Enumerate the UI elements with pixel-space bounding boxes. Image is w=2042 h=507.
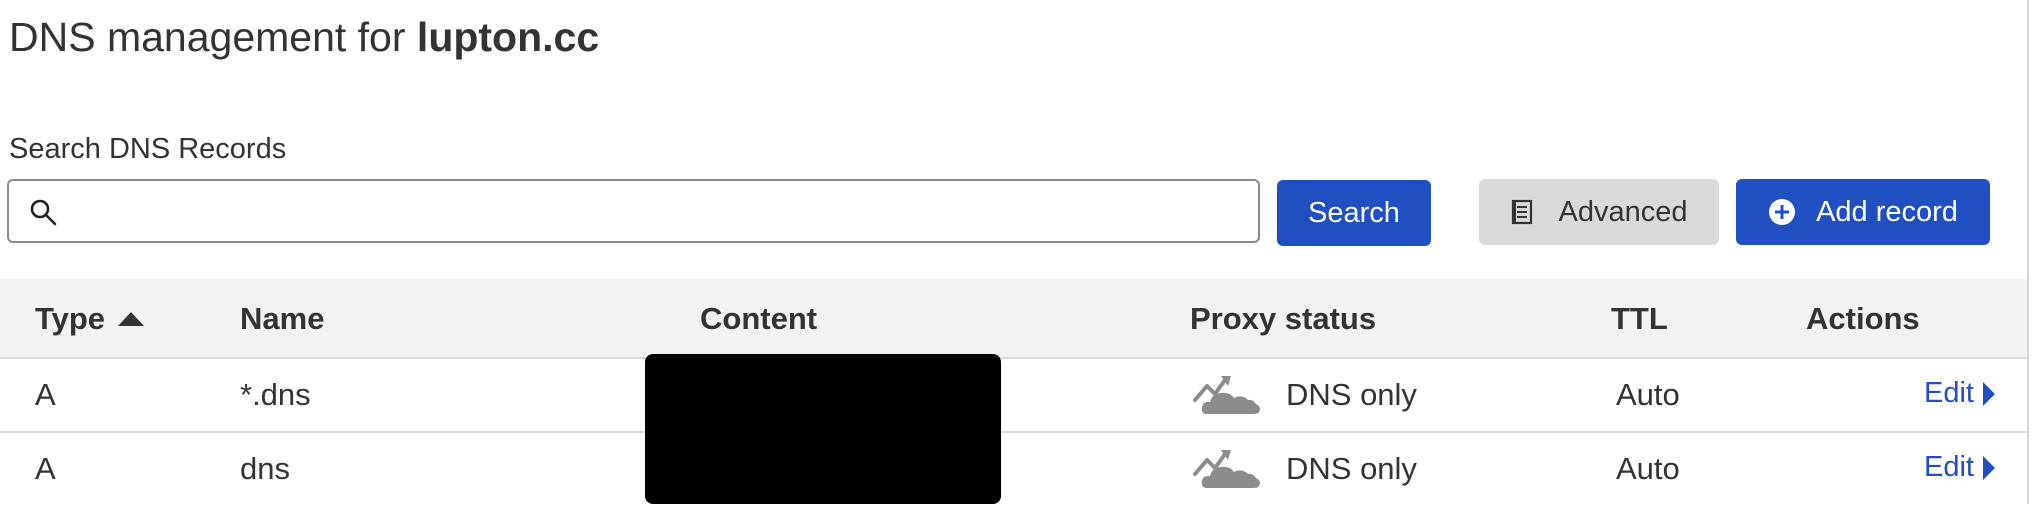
column-header-name[interactable]: Name (240, 301, 324, 337)
cell-name: *.dns (240, 377, 311, 412)
advanced-button-label: Advanced (1558, 195, 1688, 228)
document-icon (1511, 199, 1532, 225)
page-title: DNS management for lupton.cc (9, 14, 599, 61)
dns-only-cloud-icon (1193, 376, 1260, 414)
table-row: A dns DNS only Auto Edit (0, 433, 2027, 507)
redacted-content-block (645, 354, 1001, 504)
advanced-button[interactable]: Advanced (1479, 179, 1719, 245)
column-header-type-label: Type (35, 301, 106, 336)
caret-right-icon (1982, 455, 1995, 480)
plus-circle-icon (1769, 199, 1796, 225)
column-header-proxy-status[interactable]: Proxy status (1190, 301, 1376, 337)
edit-link-label: Edit (1924, 451, 1974, 483)
cell-proxy-status: DNS only (1286, 377, 1417, 412)
page-title-domain: lupton.cc (416, 14, 600, 60)
sort-up-icon (118, 312, 145, 326)
search-button[interactable]: Search (1277, 180, 1431, 246)
search-input[interactable] (7, 179, 1260, 243)
table-row: A *.dns DNS only Auto Edit (0, 359, 2027, 433)
page-title-prefix: DNS management for (9, 14, 406, 60)
edit-link[interactable]: Edit (1924, 377, 1996, 410)
panel-right-border (2027, 0, 2029, 504)
caret-right-icon (1982, 381, 1995, 406)
add-record-button[interactable]: Add record (1736, 179, 1990, 245)
search-label: Search DNS Records (9, 133, 287, 165)
search-icon (30, 199, 57, 226)
column-header-type[interactable]: Type (35, 301, 145, 337)
search-button-label: Search (1308, 196, 1400, 229)
cell-ttl: Auto (1616, 377, 1680, 412)
dns-only-cloud-icon (1193, 450, 1260, 488)
column-header-content[interactable]: Content (700, 301, 817, 337)
cell-name: dns (240, 451, 290, 486)
edit-link-label: Edit (1924, 377, 1974, 409)
column-header-ttl[interactable]: TTL (1611, 301, 1668, 337)
add-record-button-label: Add record (1816, 195, 1958, 228)
cell-type: A (35, 451, 56, 486)
column-header-actions: Actions (1806, 301, 1920, 336)
cell-type: A (35, 377, 56, 412)
edit-link[interactable]: Edit (1924, 451, 1996, 484)
cell-ttl: Auto (1616, 451, 1680, 486)
cell-proxy-status: DNS only (1286, 451, 1417, 486)
table-header: Type Name Content Proxy status TTL Actio… (0, 279, 2027, 359)
